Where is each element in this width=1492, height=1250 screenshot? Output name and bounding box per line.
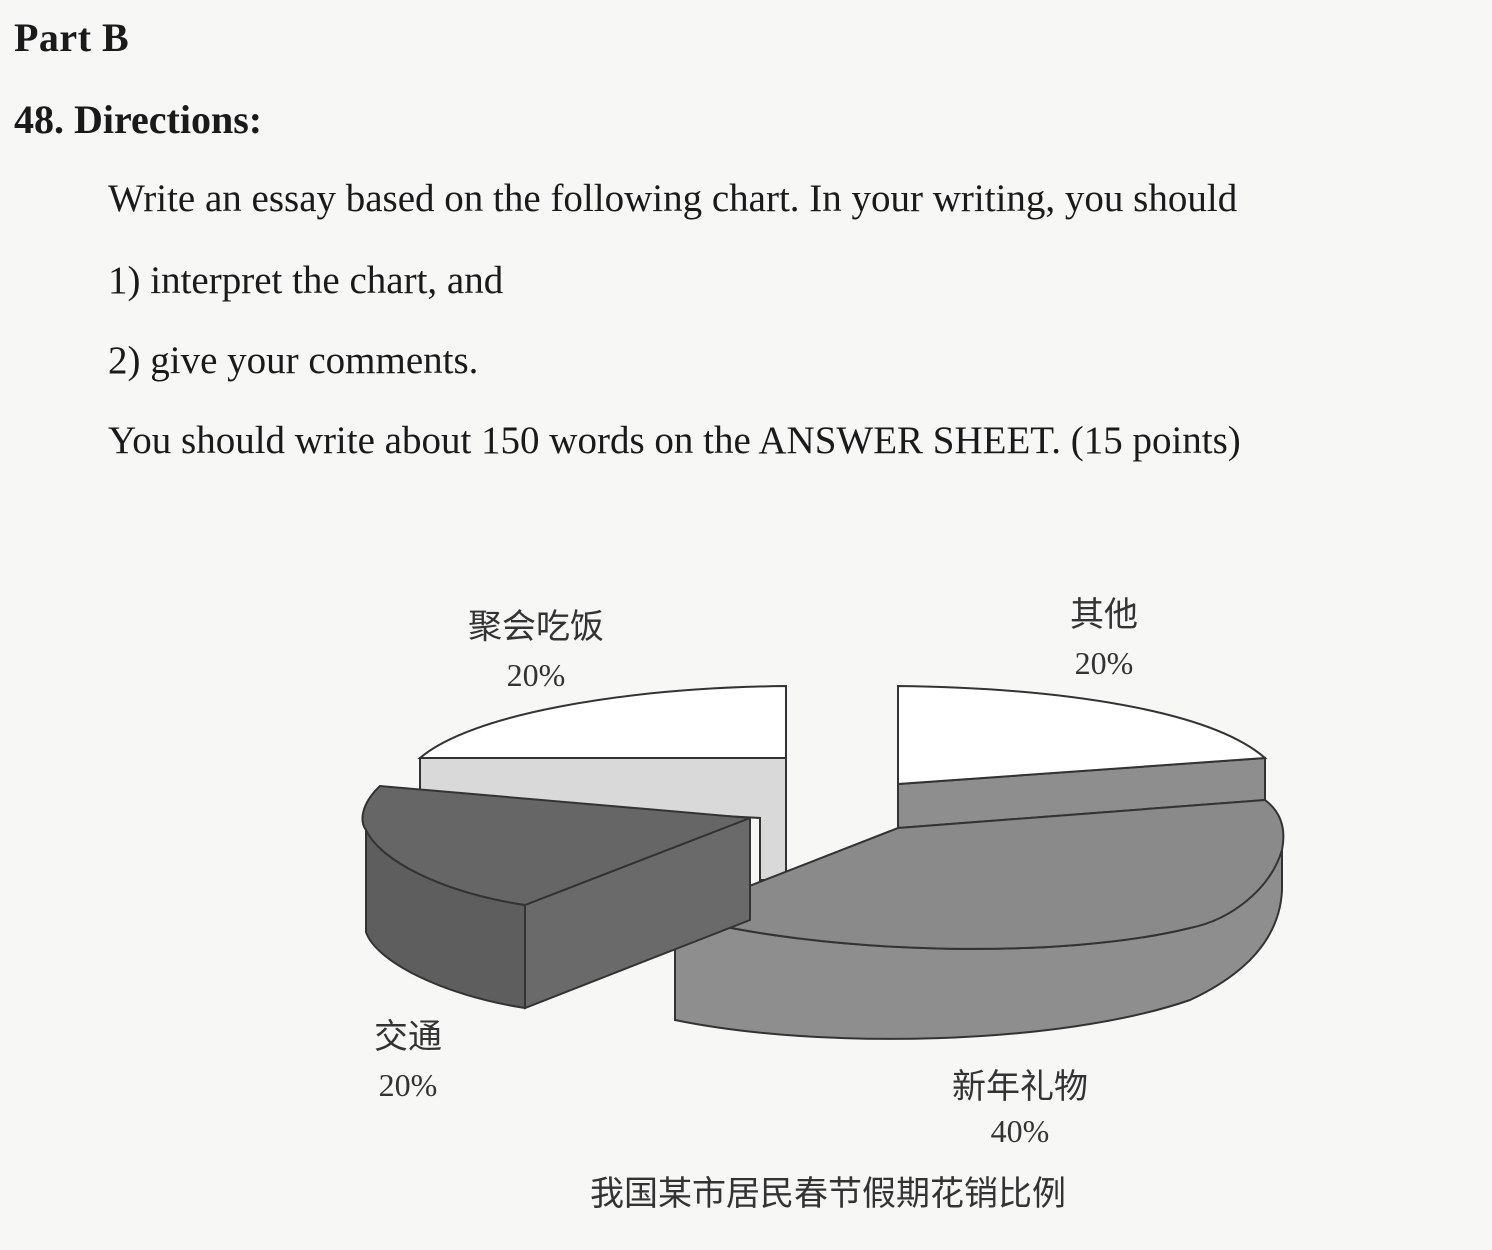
label-other: 其他 (1070, 595, 1138, 635)
instruction-line-4: You should write about 150 words on the … (108, 419, 1241, 462)
pct-gifts: 40% (991, 1113, 1050, 1149)
part-heading: Part B (14, 15, 130, 60)
directions-title: Directions (74, 97, 249, 142)
directions-heading: 48. Directions: (14, 96, 262, 143)
instruction-line-3: 2) give your comments. (108, 339, 479, 382)
instruction-line-2: 1) interpret the chart, and (108, 259, 504, 302)
pct-dining: 20% (507, 657, 566, 693)
pie-chart: 聚会吃饭 20% 其他 20% 新年礼物 40% 交通 20% 我国某市居民春节… (361, 595, 1285, 1214)
directions-colon: : (248, 97, 263, 142)
question-number: 48. (14, 97, 64, 142)
pct-other: 20% (1075, 645, 1134, 681)
pie-slice-dining-top (417, 684, 787, 759)
label-transport: 交通 (374, 1017, 442, 1057)
pct-transport: 20% (379, 1067, 438, 1103)
pie-chart-container: 聚会吃饭 20% 其他 20% 新年礼物 40% 交通 20% 我国某市居民春节… (0, 560, 1492, 1250)
chart-title: 我国某市居民春节假期花销比例 (590, 1174, 1066, 1214)
instruction-line-1: Write an essay based on the following ch… (108, 177, 1238, 220)
label-gifts: 新年礼物 (952, 1067, 1088, 1107)
label-dining: 聚会吃饭 (468, 607, 604, 647)
